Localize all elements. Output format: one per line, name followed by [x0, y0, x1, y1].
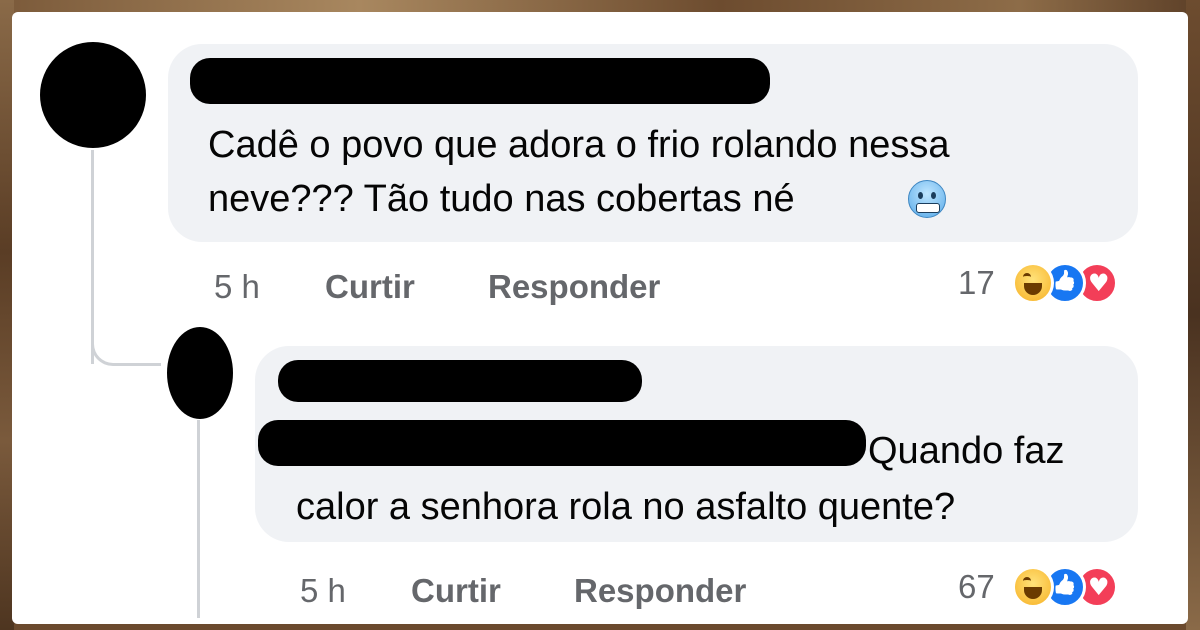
replier-name-redacted[interactable]: [278, 360, 642, 402]
replier-avatar-redacted[interactable]: [167, 327, 233, 419]
reply-like-button[interactable]: Curtir: [411, 572, 501, 610]
comment-like-button[interactable]: Curtir: [325, 268, 415, 306]
reply-reply-button[interactable]: Responder: [574, 572, 746, 610]
reply-text-line-2: calor a senhora rola no asfalto quente?: [296, 486, 956, 528]
haha-icon: [1012, 262, 1054, 304]
comment-text-line-1: Cadê o povo que adora o frio rolando nes…: [208, 124, 950, 166]
reply-mention-redacted[interactable]: [258, 420, 866, 466]
comment-reply-button[interactable]: Responder: [488, 268, 660, 306]
cold-face-icon: [908, 180, 946, 218]
comment-timestamp[interactable]: 5 h: [214, 268, 260, 306]
background-photo-right: [1186, 0, 1200, 630]
comment-reaction-count[interactable]: 17: [958, 264, 995, 302]
thread-connector: [91, 300, 161, 366]
comment-text-line-2: neve??? Tão tudo nas cobertas né: [208, 178, 795, 220]
reply-thread-line: [197, 420, 200, 618]
commenter-avatar-redacted[interactable]: [40, 42, 146, 148]
reply-text-line-1: Quando faz: [868, 430, 1065, 472]
reply-timestamp[interactable]: 5 h: [300, 572, 346, 610]
haha-icon: [1012, 566, 1054, 608]
reply-reaction-count[interactable]: 67: [958, 568, 995, 606]
commenter-name-redacted[interactable]: [190, 58, 770, 104]
comment-reactions[interactable]: [1012, 262, 1152, 306]
reply-reactions[interactable]: [1012, 566, 1152, 610]
